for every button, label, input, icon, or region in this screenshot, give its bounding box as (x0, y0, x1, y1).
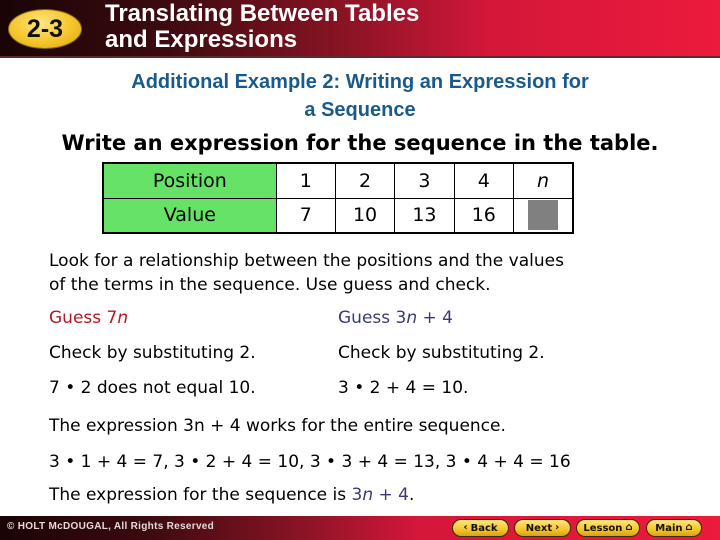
conclusion: The expression for the sequence is 3n + … (49, 484, 414, 506)
next-button[interactable]: Next › (514, 519, 571, 537)
table-cell: 16 (453, 197, 515, 234)
example-heading-line2: a Sequence (304, 99, 416, 121)
lesson-title-line1: Translating Between Tables (105, 0, 420, 27)
hidden-answer-box[interactable] (528, 200, 558, 231)
table-cell: 2 (334, 162, 396, 199)
check-2: Check by substituting 2. (338, 343, 545, 363)
lesson-title: Translating Between Tables and Expressio… (105, 1, 419, 53)
lesson-number: 2-3 (26, 14, 64, 43)
conclusion-expr-coefficient: 3 (351, 485, 363, 505)
table-row-value: Value 7 10 13 16 (102, 197, 574, 234)
check-1: Check by substituting 2. (49, 343, 256, 363)
conclusion-expr-constant: + 4 (373, 485, 409, 505)
table-cell: 13 (394, 197, 455, 234)
result-1: 7 • 2 does not equal 10. (49, 378, 256, 398)
lesson-button-label: Lesson (583, 522, 623, 534)
example-heading: Additional Example 2: Writing an Express… (0, 68, 720, 124)
next-button-label: Next (525, 522, 553, 534)
guess-1-variable: n (117, 308, 129, 328)
guess-1: Guess 7n (49, 307, 128, 329)
conclusion-period: . (409, 485, 415, 505)
main-button[interactable]: Main ⌂ (646, 519, 702, 537)
row-label-position: Position (102, 162, 277, 199)
conclusion-expr-variable: n (362, 485, 374, 505)
guess-2-suffix: + 4 (417, 308, 453, 328)
footer-bar: © HOLT McDOUGAL, All Rights Reserved ‹ B… (0, 516, 720, 540)
row-label-value: Value (102, 197, 277, 234)
conclusion-expression: 3n + 4 (352, 485, 409, 505)
home-icon: ⌂ (685, 522, 693, 533)
copyright-text: © HOLT McDOUGAL, All Rights Reserved (7, 521, 215, 532)
guess-2-variable: n (406, 308, 418, 328)
table-cell: 1 (275, 162, 336, 199)
table-cell: 3 (394, 162, 455, 199)
table-cell-variable: n (513, 162, 574, 199)
lesson-title-line2: and Expressions (105, 26, 298, 53)
guess-2-prefix: Guess 3 (338, 308, 407, 328)
example-heading-line1: Additional Example 2: Writing an Express… (131, 71, 589, 93)
lesson-button[interactable]: Lesson ⌂ (576, 519, 640, 537)
guess-2: Guess 3n + 4 (338, 307, 453, 329)
table-cell: 7 (275, 197, 336, 234)
table-row-position: Position 1 2 3 4 n (102, 162, 574, 199)
chevron-right-icon: › (555, 522, 560, 533)
intro-line1: Look for a relationship between the posi… (49, 251, 564, 271)
intro-paragraph: Look for a relationship between the posi… (49, 249, 689, 297)
sequence-table: Position 1 2 3 4 n Value 7 10 13 16 (102, 162, 574, 234)
table-cell: 4 (453, 162, 515, 199)
chevron-left-icon: ‹ (463, 522, 468, 533)
lesson-number-badge: 2-3 (8, 9, 82, 49)
home-icon: ⌂ (625, 522, 633, 533)
back-button[interactable]: ‹ Back (452, 519, 509, 537)
header-bar: 2-3 Translating Between Tables and Expre… (0, 0, 720, 58)
guess-1-prefix: Guess 7 (49, 308, 118, 328)
back-button-label: Back (470, 522, 498, 534)
table-cell: 10 (334, 197, 396, 234)
table-cell-unknown (513, 197, 574, 234)
instruction-text: Write an expression for the sequence in … (61, 131, 659, 155)
verification-line: 3 • 1 + 4 = 7, 3 • 2 + 4 = 10, 3 • 3 + 4… (49, 452, 571, 472)
conclusion-text: The expression for the sequence is (49, 485, 352, 505)
works-statement: The expression 3n + 4 works for the enti… (49, 416, 506, 436)
result-2: 3 • 2 + 4 = 10. (338, 378, 469, 398)
intro-line2: of the terms in the sequence. Use guess … (49, 275, 491, 295)
main-button-label: Main (655, 522, 683, 534)
